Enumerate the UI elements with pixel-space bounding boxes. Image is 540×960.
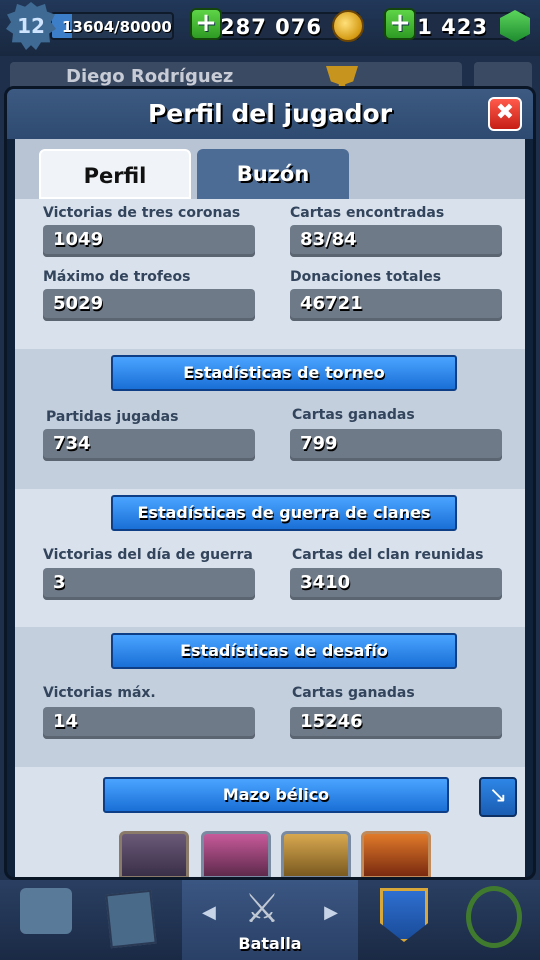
nav-tournaments[interactable] <box>448 880 540 960</box>
three-crown-wins-label: Victorias de tres coronas <box>43 205 241 221</box>
clan-war-stats-ribbon: Estadísticas de guerra de clanes <box>111 495 457 531</box>
close-button[interactable]: ✖ <box>488 97 522 131</box>
war-day-wins-value: 3 <box>53 572 66 593</box>
challenge-stats-section: Estadísticas de desafío Victorias máx. 1… <box>15 627 525 767</box>
tab-inbox[interactable]: Buzón <box>197 149 349 199</box>
max-wins-value: 14 <box>53 711 79 732</box>
clan-shield-icon <box>380 888 428 942</box>
war-deck-ribbon: Mazo bélico <box>103 777 449 813</box>
laurel-sword-icon <box>466 886 522 948</box>
cards-found-box: 83/84 <box>290 225 502 257</box>
cards-found-label: Cartas encontradas <box>290 205 445 221</box>
total-donations-label: Donaciones totales <box>290 269 442 285</box>
xp-text: 13604/80000 <box>62 18 172 36</box>
top-bar: 13604/80000 12 287 076 + 1 423 + <box>0 0 540 56</box>
total-donations-box: 46721 <box>290 289 502 321</box>
profile-content[interactable]: Victorias de tres coronas 1049 Cartas en… <box>15 199 525 877</box>
nav-cards[interactable] <box>92 880 262 960</box>
war-day-wins-label: Victorias del día de guerra <box>43 547 253 563</box>
gold-coin-icon <box>332 10 364 42</box>
player-name: Diego Rodríguez <box>66 66 234 87</box>
games-played-label: Partidas jugadas <box>46 409 179 425</box>
nav-battle-label: Batalla <box>238 934 302 953</box>
highest-trophies-value: 5029 <box>53 293 104 314</box>
gem-icon <box>500 10 530 42</box>
tournament-cards-won-box: 799 <box>290 429 502 461</box>
max-wins-box: 14 <box>43 707 255 739</box>
tournament-cards-won-label: Cartas ganadas <box>292 407 415 423</box>
chest-icon <box>20 888 72 934</box>
buy-gold-button[interactable]: + <box>190 8 222 40</box>
three-crown-wins-box: 1049 <box>43 225 255 257</box>
cards-icon <box>105 889 157 949</box>
cards-found-value: 83/84 <box>300 229 357 250</box>
clan-cards-value: 3410 <box>300 572 351 593</box>
deck-card-2[interactable] <box>201 831 271 877</box>
tournament-stats-ribbon: Estadísticas de torneo <box>111 355 457 391</box>
war-day-wins-box: 3 <box>43 568 255 600</box>
nav-clan[interactable] <box>358 880 448 960</box>
bottom-navigation: ◀ ⚔ ▶ Batalla <box>0 880 540 960</box>
tournament-stats-section: Estadísticas de torneo Partidas jugadas … <box>15 349 525 489</box>
clan-cards-box: 3410 <box>290 568 502 600</box>
next-arrow-icon: ▶ <box>324 902 338 923</box>
three-crown-wins-value: 1049 <box>53 229 104 250</box>
buy-gems-button[interactable]: + <box>384 8 416 40</box>
games-played-box: 734 <box>43 429 255 461</box>
highest-trophies-label: Máximo de trofeos <box>43 269 191 285</box>
nav-shop[interactable] <box>0 880 92 960</box>
challenge-stats-ribbon: Estadísticas de desafío <box>111 633 457 669</box>
gems-amount: 1 423 <box>417 15 488 39</box>
xp-bar: 13604/80000 <box>50 12 174 40</box>
challenge-cards-won-value: 15246 <box>300 711 363 732</box>
tournament-cards-won-value: 799 <box>300 433 338 454</box>
war-deck-heading: Mazo bélico <box>222 785 330 804</box>
deck-card-1[interactable] <box>119 831 189 877</box>
clan-war-stats-heading: Estadísticas de guerra de clanes <box>137 503 431 522</box>
deck-card-3[interactable] <box>281 831 351 877</box>
level-number: 12 <box>17 14 45 38</box>
deck-card-4[interactable] <box>361 831 431 877</box>
highest-trophies-box: 5029 <box>43 289 255 321</box>
gold-amount: 287 076 <box>220 15 322 39</box>
tab-bar: Perfil Buzón <box>15 139 525 199</box>
prev-arrow-icon: ◀ <box>202 902 216 923</box>
clan-war-stats-section: Estadísticas de guerra de clanes Victori… <box>15 489 525 627</box>
challenge-stats-heading: Estadísticas de desafío <box>180 641 388 660</box>
nav-battle[interactable]: ◀ ⚔ ▶ Batalla <box>182 880 358 960</box>
player-profile-modal: Perfil del jugador ✖ Perfil Buzón Victor… <box>4 86 536 880</box>
total-donations-value: 46721 <box>300 293 363 314</box>
challenge-cards-won-box: 15246 <box>290 707 502 739</box>
games-played-value: 734 <box>53 433 91 454</box>
level-badge[interactable]: 12 <box>6 2 56 50</box>
profile-stats-section: Victorias de tres coronas 1049 Cartas en… <box>15 199 525 349</box>
tab-profile[interactable]: Perfil <box>39 149 191 199</box>
modal-header: Perfil del jugador ✖ <box>7 89 533 139</box>
clan-cards-label: Cartas del clan reunidas <box>292 547 484 563</box>
copy-deck-button[interactable]: ↘ <box>479 777 517 817</box>
max-wins-label: Victorias máx. <box>43 685 156 701</box>
arrow-down-right-icon: ↘ <box>488 783 508 808</box>
crossed-swords-icon: ⚔ <box>244 886 280 932</box>
tournament-stats-heading: Estadísticas de torneo <box>183 363 385 382</box>
modal-title: Perfil del jugador <box>147 99 393 128</box>
challenge-cards-won-label: Cartas ganadas <box>292 685 415 701</box>
